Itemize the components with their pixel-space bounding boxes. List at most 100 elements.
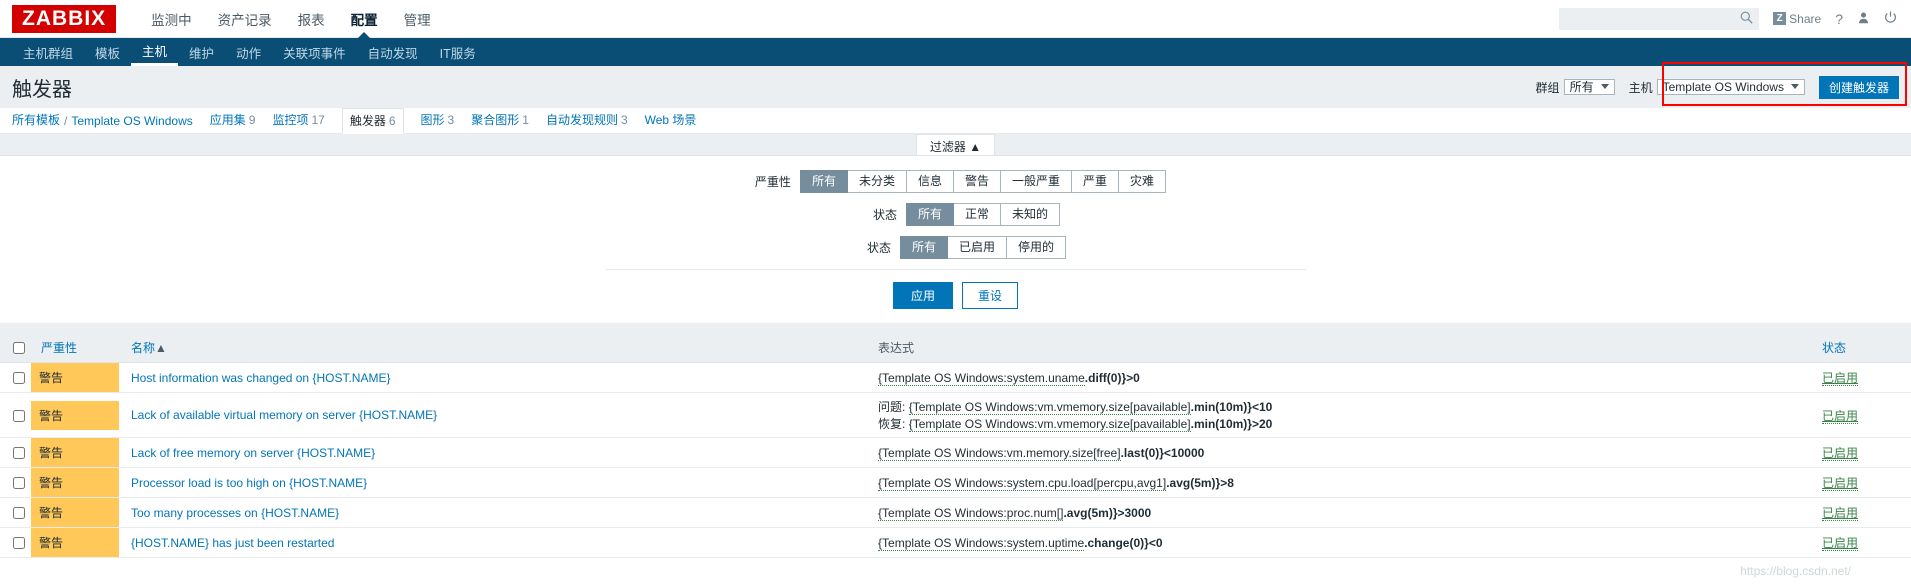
logout-button[interactable]: [1884, 10, 1897, 27]
severity-cell: 警告: [31, 527, 119, 558]
status-badge: 警告: [31, 468, 119, 497]
row-checkbox[interactable]: [13, 537, 25, 550]
breadcrumb-tab-items[interactable]: 监控项 17: [272, 111, 324, 133]
state-option-unknown[interactable]: 未知的: [1001, 203, 1061, 226]
severity-option-average[interactable]: 一般严重: [1001, 170, 1073, 193]
status-link[interactable]: 已启用: [1822, 506, 1859, 521]
nav-item-configuration[interactable]: 配置: [338, 0, 391, 39]
column-header-status[interactable]: 状态: [1816, 333, 1911, 363]
trigger-name-link[interactable]: Lack of free memory on server {HOST.NAME…: [131, 446, 375, 460]
trigger-name-link[interactable]: Lack of available virtual memory on serv…: [131, 408, 437, 422]
breadcrumb-tab-web-scenarios[interactable]: Web 场景: [645, 111, 700, 133]
status-option-disabled[interactable]: 停用的: [1007, 236, 1067, 259]
row-select-cell[interactable]: [0, 362, 31, 393]
status-link[interactable]: 已启用: [1822, 536, 1859, 551]
status-link[interactable]: 已启用: [1822, 408, 1859, 424]
group-select-wrapper[interactable]: 所有: [1563, 78, 1615, 97]
subnav-item-host-groups[interactable]: 主机群组: [12, 38, 84, 66]
breadcrumb: 所有模板 / Template OS Windows 应用集 9 监控项 17 触发…: [0, 108, 1911, 134]
breadcrumb-tab-discovery-rules[interactable]: 自动发现规则 3: [546, 111, 628, 133]
nav-item-administration[interactable]: 管理: [391, 0, 444, 38]
row-select-cell[interactable]: [0, 497, 31, 528]
severity-option-information[interactable]: 信息: [906, 170, 954, 193]
status-link[interactable]: 已启用: [1822, 446, 1859, 461]
group-select[interactable]: 所有: [1563, 78, 1615, 95]
subnav-item-maintenance[interactable]: 维护: [178, 38, 225, 66]
subnav-item-templates[interactable]: 模板: [84, 38, 131, 66]
table-row[interactable]: 警告 Too many processes on {HOST.NAME} {Te…: [0, 497, 1911, 528]
trigger-name-link[interactable]: {HOST.NAME} has just been restarted: [131, 536, 334, 550]
nav-item-monitoring[interactable]: 监测中: [138, 0, 205, 38]
table-row[interactable]: 警告 {HOST.NAME} has just been restarted {…: [0, 527, 1911, 558]
select-all-header[interactable]: [0, 333, 31, 363]
severity-option-high[interactable]: 严重: [1072, 170, 1120, 193]
state-option-normal[interactable]: 正常: [953, 203, 1001, 226]
expression-function: .avg(5m)}: [1063, 505, 1118, 520]
table-row[interactable]: 警告 Host information was changed on {HOST…: [0, 362, 1911, 393]
nav-item-reports[interactable]: 报表: [285, 0, 338, 38]
expression-prefix: 问题:: [878, 400, 909, 414]
row-checkbox[interactable]: [13, 507, 25, 520]
trigger-name-link[interactable]: Host information was changed on {HOST.NA…: [131, 371, 390, 385]
status-option-all[interactable]: 所有: [899, 236, 948, 259]
column-header-severity[interactable]: 严重性: [31, 333, 119, 363]
row-checkbox[interactable]: [13, 372, 25, 385]
breadcrumb-template-name[interactable]: Template OS Windows: [71, 114, 192, 133]
zabbix-logo[interactable]: ZABBIX: [12, 4, 117, 33]
trigger-name-link[interactable]: Processor load is too high on {HOST.NAME…: [131, 476, 367, 490]
column-header-name[interactable]: 名称▲: [119, 333, 873, 363]
row-select-cell[interactable]: [0, 467, 31, 498]
severity-option-disaster[interactable]: 灾难: [1119, 170, 1167, 193]
reset-button[interactable]: 重设: [962, 282, 1019, 309]
breadcrumb-tab-triggers[interactable]: 触发器 6: [341, 108, 404, 134]
row-select-cell[interactable]: [0, 392, 31, 438]
subnav-item-services[interactable]: IT服务: [429, 38, 487, 66]
table-row[interactable]: 警告 Lack of available virtual memory on s…: [0, 392, 1911, 438]
column-header-status-link[interactable]: 状态: [1822, 341, 1846, 355]
create-trigger-button[interactable]: 创建触发器: [1818, 75, 1899, 99]
group-filter-label: 群组: [1535, 80, 1560, 95]
row-checkbox[interactable]: [13, 447, 25, 460]
search-icon[interactable]: [1740, 11, 1753, 27]
select-all-checkbox[interactable]: [13, 342, 25, 355]
nav-item-inventory[interactable]: 资产记录: [205, 0, 285, 38]
subnav-item-actions[interactable]: 动作: [225, 38, 272, 66]
status-link[interactable]: 已启用: [1822, 476, 1859, 491]
global-search[interactable]: [1559, 7, 1760, 30]
expression-item: {Template OS Windows:system.uptime: [878, 535, 1085, 551]
host-select-wrapper[interactable]: Template OS Windows: [1656, 78, 1805, 97]
column-header-severity-link[interactable]: 严重性: [41, 341, 77, 355]
trigger-name-link[interactable]: Too many processes on {HOST.NAME}: [131, 506, 339, 520]
subnav-item-hosts[interactable]: 主机: [131, 38, 179, 66]
user-profile-button[interactable]: [1857, 11, 1870, 27]
host-select[interactable]: Template OS Windows: [1656, 78, 1805, 95]
severity-cell: 警告: [31, 362, 119, 393]
severity-option-all[interactable]: 所有: [799, 170, 848, 193]
breadcrumb-tab-applications[interactable]: 应用集 9: [210, 111, 256, 133]
row-checkbox[interactable]: [13, 409, 25, 422]
filter-toggle-tab[interactable]: 过滤器 ▲: [915, 134, 996, 155]
severity-option-not-classified[interactable]: 未分类: [847, 170, 907, 193]
help-button[interactable]: ?: [1835, 11, 1843, 27]
severity-option-warning[interactable]: 警告: [953, 170, 1001, 193]
breadcrumb-tab-screens[interactable]: 聚合图形 1: [471, 111, 529, 133]
name-cell: {HOST.NAME} has just been restarted: [119, 527, 873, 558]
row-select-cell[interactable]: [0, 437, 31, 468]
row-select-cell[interactable]: [0, 527, 31, 558]
apply-button[interactable]: 应用: [892, 282, 953, 309]
status-option-enabled[interactable]: 已启用: [947, 236, 1007, 259]
subnav-item-discovery[interactable]: 自动发现: [357, 38, 429, 66]
table-row[interactable]: 警告 Lack of free memory on server {HOST.N…: [0, 437, 1911, 468]
column-header-name-link[interactable]: 名称: [131, 341, 155, 355]
breadcrumb-all-templates[interactable]: 所有模板: [12, 111, 60, 133]
share-button[interactable]: Z Share: [1773, 12, 1821, 26]
main-navigation: 监测中 资产记录 报表 配置 管理: [138, 0, 444, 39]
state-option-all[interactable]: 所有: [905, 203, 954, 226]
subnav-item-event-correlation[interactable]: 关联项事件: [272, 38, 357, 66]
status-link[interactable]: 已启用: [1822, 371, 1859, 386]
table-row[interactable]: 警告 Processor load is too high on {HOST.N…: [0, 467, 1911, 498]
breadcrumb-tab-graphs[interactable]: 图形 3: [421, 111, 455, 133]
row-checkbox[interactable]: [13, 477, 25, 490]
filter-panel: 严重性 所有 未分类 信息 警告 一般严重 严重 灾难 状态 所有 正常 未知的…: [0, 155, 1911, 323]
search-input[interactable]: [1559, 8, 1732, 29]
